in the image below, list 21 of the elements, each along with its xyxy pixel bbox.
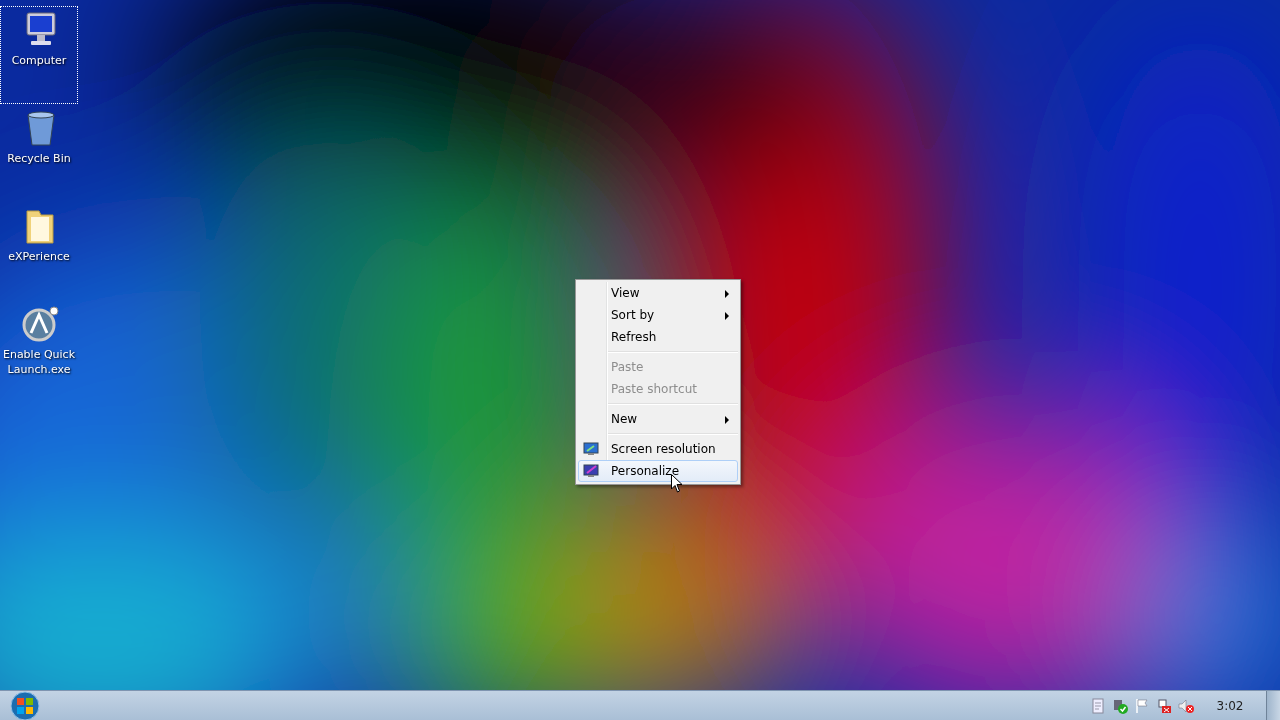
menu-item[interactable]: Screen resolution — [578, 438, 738, 460]
monitor-icon — [583, 441, 599, 457]
desktop-icon[interactable]: Computer — [0, 6, 78, 104]
desktop-icon[interactable]: eXPerience — [0, 202, 78, 300]
menu-item[interactable]: View — [578, 282, 738, 304]
speaker-muted-icon[interactable] — [1178, 697, 1194, 714]
menu-item[interactable]: New — [578, 408, 738, 430]
flag-icon[interactable] — [1134, 697, 1150, 714]
desktop-icon[interactable]: Recycle Bin — [0, 104, 78, 202]
clock[interactable]: 3:02 — [1200, 696, 1260, 715]
desktop-icon[interactable]: Enable Quick Launch.exe — [0, 300, 78, 398]
network-error-icon[interactable] — [1156, 697, 1172, 714]
start-button[interactable] — [8, 690, 42, 720]
show-desktop-button[interactable] — [1266, 691, 1280, 720]
menu-item[interactable]: Personalize — [578, 460, 738, 482]
menu-item[interactable]: Sort by — [578, 304, 738, 326]
mouse-cursor-icon — [671, 474, 683, 493]
menu-item[interactable]: Refresh — [578, 326, 738, 348]
document-icon[interactable] — [1090, 697, 1106, 714]
check-badge-icon[interactable] — [1112, 697, 1128, 714]
monitor-icon — [583, 463, 599, 479]
